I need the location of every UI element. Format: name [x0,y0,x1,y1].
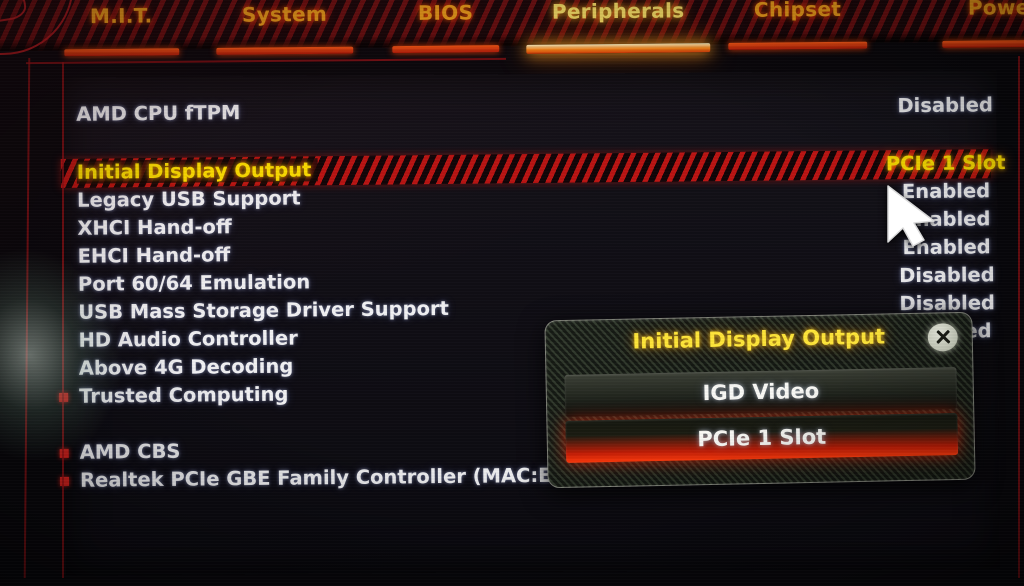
setting-label: Trusted Computing [79,382,289,408]
dialog-option-label: IGD Video [702,378,820,406]
tab-label: BIOS [417,0,474,25]
frame-line-right [1018,56,1020,578]
tab-label: Peripherals [551,0,685,24]
close-icon[interactable] [927,323,959,352]
corner-ornament-icon [0,0,75,56]
tab-chipset[interactable]: Chipset [728,0,868,50]
tab-underline [526,43,711,54]
dialog-option-pcie-1-slot[interactable]: PCIe 1 Slot [565,413,959,463]
setting-label: AMD CPU fTPM [76,101,241,126]
setting-label: AMD CBS [79,439,181,464]
dialog-option-igd-video[interactable]: IGD Video [564,367,958,417]
tab-mit[interactable]: M.I.T. [64,3,179,57]
tab-label: Power [967,0,1024,20]
setting-value: Disabled [897,93,993,118]
bios-screen: M.I.T. System BIOS Peripherals Chipset P… [0,0,1024,586]
setting-label: Port 60/64 Emulation [77,270,311,296]
initial-display-output-dialog: Initial Display Output IGD Video PCIe 1 … [544,311,976,489]
setting-label: Initial Display Output [76,158,318,184]
frame-line-inner [62,62,64,578]
tab-power[interactable]: Power [942,0,1024,48]
tab-label: Chipset [753,0,842,22]
setting-value: Disabled [899,263,995,288]
setting-label: Above 4G Decoding [78,354,294,380]
tab-underline [942,39,1024,48]
setting-row-amd-cpu-ftpm[interactable]: AMD CPU fTPM Disabled [68,93,998,130]
tab-underline [392,45,500,54]
tab-system[interactable]: System [216,1,354,55]
setting-value: PCIe 1 Slot [885,151,1006,176]
top-navigation-bar: M.I.T. System BIOS Peripherals Chipset P… [0,0,1024,57]
frame-line-top [26,57,506,65]
tab-underline [64,48,179,57]
tab-label: M.I.T. [89,3,153,29]
tab-underline [728,41,868,50]
setting-label: XHCI Hand-off [77,215,232,240]
dialog-title: Initial Display Output [632,324,886,354]
dialog-option-label: PCIe 1 Slot [697,424,827,452]
setting-label: Legacy USB Support [76,186,301,212]
tab-peripherals[interactable]: Peripherals [526,0,711,54]
setting-label: USB Mass Storage Driver Support [78,296,449,324]
tab-label: System [241,1,328,27]
frame-line-left [23,58,31,578]
setting-label: HD Audio Controller [78,326,298,352]
tab-underline [216,46,354,55]
tab-bios[interactable]: BIOS [392,0,500,54]
setting-label: EHCI Hand-off [77,243,231,268]
